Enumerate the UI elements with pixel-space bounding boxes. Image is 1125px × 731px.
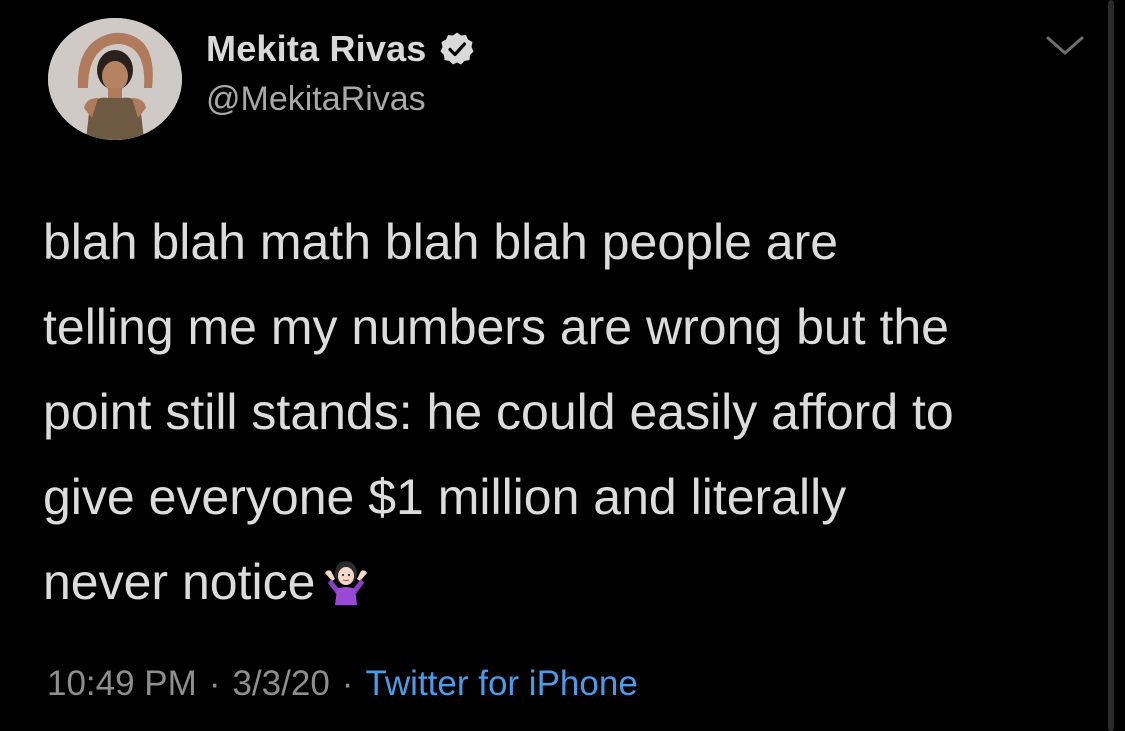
tweet-time: 10:49 PM (47, 664, 197, 703)
tweet-text-line: telling me my numbers are wrong but the (43, 299, 949, 355)
person-shrugging-emoji (323, 546, 369, 605)
author-handle[interactable]: @MekitaRivas (206, 80, 426, 119)
author-display-name[interactable]: Mekita Rivas (206, 28, 427, 70)
meta-separator: · (341, 664, 354, 703)
tweet-text-line: give everyone $1 million and literally (43, 469, 847, 525)
scrollbar[interactable] (1108, 0, 1114, 731)
tweet-meta: 10:49 PM · 3/3/20 · Twitter for iPhone (47, 664, 638, 704)
tweet-text-line: point still stands: he could easily affo… (43, 384, 954, 440)
chevron-down-icon[interactable] (1045, 34, 1085, 58)
tweet-source-link[interactable]: Twitter for iPhone (365, 664, 637, 703)
tweet-text: blah blah math blah blah people are tell… (43, 200, 1093, 625)
verified-badge-icon (439, 31, 475, 67)
tweet-text-line-content: never notice (43, 554, 316, 610)
tweet-text-line: blah blah math blah blah people are (43, 214, 839, 270)
tweet-date: 3/3/20 (232, 664, 330, 703)
avatar[interactable] (48, 18, 182, 140)
author-name-row[interactable]: Mekita Rivas (206, 28, 475, 70)
tweet-card: Mekita Rivas @MekitaRivas blah blah math… (0, 0, 1125, 731)
meta-separator: · (208, 664, 221, 703)
tweet-text-line-last: never notice (43, 540, 1093, 625)
